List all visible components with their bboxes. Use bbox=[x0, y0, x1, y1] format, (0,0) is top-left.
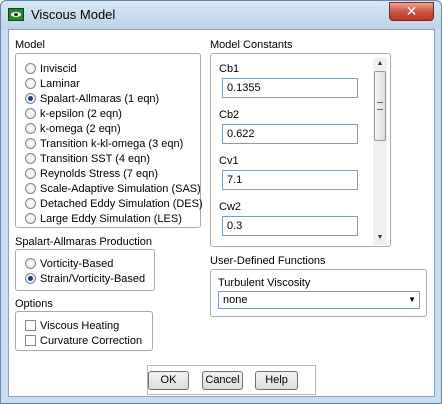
constant-label-cv1: Cv1 bbox=[219, 155, 239, 167]
model-option-les[interactable]: Large Eddy Simulation (LES) bbox=[25, 211, 182, 226]
radio-icon bbox=[25, 153, 36, 164]
option-viscous-heating[interactable]: Viscous Heating bbox=[25, 318, 119, 333]
constant-field-cb2[interactable]: 0.622 bbox=[222, 124, 358, 144]
constant-label-cb1: Cb1 bbox=[219, 63, 240, 75]
constant-field-cw2[interactable]: 0.3 bbox=[222, 216, 358, 236]
close-button[interactable]: ✕ bbox=[389, 2, 434, 21]
radio-icon bbox=[25, 168, 36, 179]
radio-selected-icon bbox=[25, 273, 36, 284]
radio-icon bbox=[25, 78, 36, 89]
model-group: Inviscid Laminar Spalart-Allmaras (1 eqn… bbox=[15, 53, 203, 228]
turbulent-viscosity-select[interactable]: none ▼ bbox=[218, 291, 420, 309]
radio-icon bbox=[25, 183, 36, 194]
viscous-model-dialog: Viscous Model ✕ Model Inviscid Laminar S… bbox=[0, 0, 442, 404]
production-group: Vorticity-Based Strain/Vorticity-Based bbox=[15, 249, 155, 291]
production-option-vorticity[interactable]: Vorticity-Based bbox=[25, 256, 113, 271]
constant-field-cb1[interactable]: 0.1355 bbox=[222, 78, 358, 98]
scroll-up-icon[interactable]: ▲ bbox=[373, 57, 387, 71]
model-option-reynolds-stress[interactable]: Reynolds Stress (7 eqn) bbox=[25, 166, 158, 181]
constants-group: Cb1 0.1355 Cb2 0.622 Cv1 7.1 Cw2 0.3 bbox=[210, 53, 391, 247]
scroll-down-icon[interactable]: ▼ bbox=[373, 231, 387, 245]
radio-icon bbox=[25, 123, 36, 134]
model-option-laminar[interactable]: Laminar bbox=[25, 76, 80, 91]
udf-group-label: User-Defined Functions bbox=[210, 255, 326, 267]
radio-selected-icon bbox=[25, 93, 36, 104]
window-title: Viscous Model bbox=[31, 7, 116, 22]
radio-icon bbox=[25, 108, 36, 119]
ok-button[interactable]: OK bbox=[148, 371, 189, 390]
title-bar[interactable]: Viscous Model ✕ bbox=[1, 1, 441, 29]
constant-label-cw2: Cw2 bbox=[219, 201, 242, 213]
radio-icon bbox=[25, 198, 36, 209]
constant-label-cb2: Cb2 bbox=[219, 109, 240, 121]
turbulent-viscosity-label: Turbulent Viscosity bbox=[218, 277, 311, 289]
radio-icon bbox=[25, 213, 36, 224]
app-icon bbox=[8, 8, 24, 21]
model-option-des[interactable]: Detached Eddy Simulation (DES) bbox=[25, 196, 203, 211]
help-button[interactable]: Help bbox=[255, 371, 298, 390]
turbulent-viscosity-value: none bbox=[223, 294, 248, 306]
cancel-button[interactable]: Cancel bbox=[202, 371, 243, 390]
model-option-spalart-allmaras[interactable]: Spalart-Allmaras (1 eqn) bbox=[25, 91, 159, 106]
model-option-k-omega[interactable]: k-omega (2 eqn) bbox=[25, 121, 121, 136]
model-option-sas[interactable]: Scale-Adaptive Simulation (SAS) bbox=[25, 181, 201, 196]
options-group: Viscous Heating Curvature Correction bbox=[15, 311, 153, 351]
constants-group-label: Model Constants bbox=[210, 39, 293, 51]
checkbox-icon bbox=[25, 335, 36, 346]
checkbox-icon bbox=[25, 320, 36, 331]
model-group-label: Model bbox=[15, 39, 45, 51]
model-option-k-epsilon[interactable]: k-epsilon (2 eqn) bbox=[25, 106, 122, 121]
constants-scrollbar[interactable]: ▲ ▼ bbox=[373, 57, 387, 245]
radio-icon bbox=[25, 63, 36, 74]
option-curvature-correction[interactable]: Curvature Correction bbox=[25, 333, 142, 348]
scrollbar-thumb[interactable] bbox=[374, 71, 386, 141]
model-option-transition-sst[interactable]: Transition SST (4 eqn) bbox=[25, 151, 150, 166]
radio-icon bbox=[25, 258, 36, 269]
radio-icon bbox=[25, 138, 36, 149]
production-option-strain-vorticity[interactable]: Strain/Vorticity-Based bbox=[25, 271, 145, 286]
options-group-label: Options bbox=[15, 298, 53, 310]
model-option-transition-k-kl-omega[interactable]: Transition k-kl-omega (3 eqn) bbox=[25, 136, 183, 151]
chevron-down-icon: ▼ bbox=[408, 295, 416, 304]
constant-field-cv1[interactable]: 7.1 bbox=[222, 170, 358, 190]
model-option-inviscid[interactable]: Inviscid bbox=[25, 61, 77, 76]
production-group-label: Spalart-Allmaras Production bbox=[15, 236, 152, 248]
dialog-body: Model Inviscid Laminar Spalart-Allmaras … bbox=[8, 29, 435, 397]
